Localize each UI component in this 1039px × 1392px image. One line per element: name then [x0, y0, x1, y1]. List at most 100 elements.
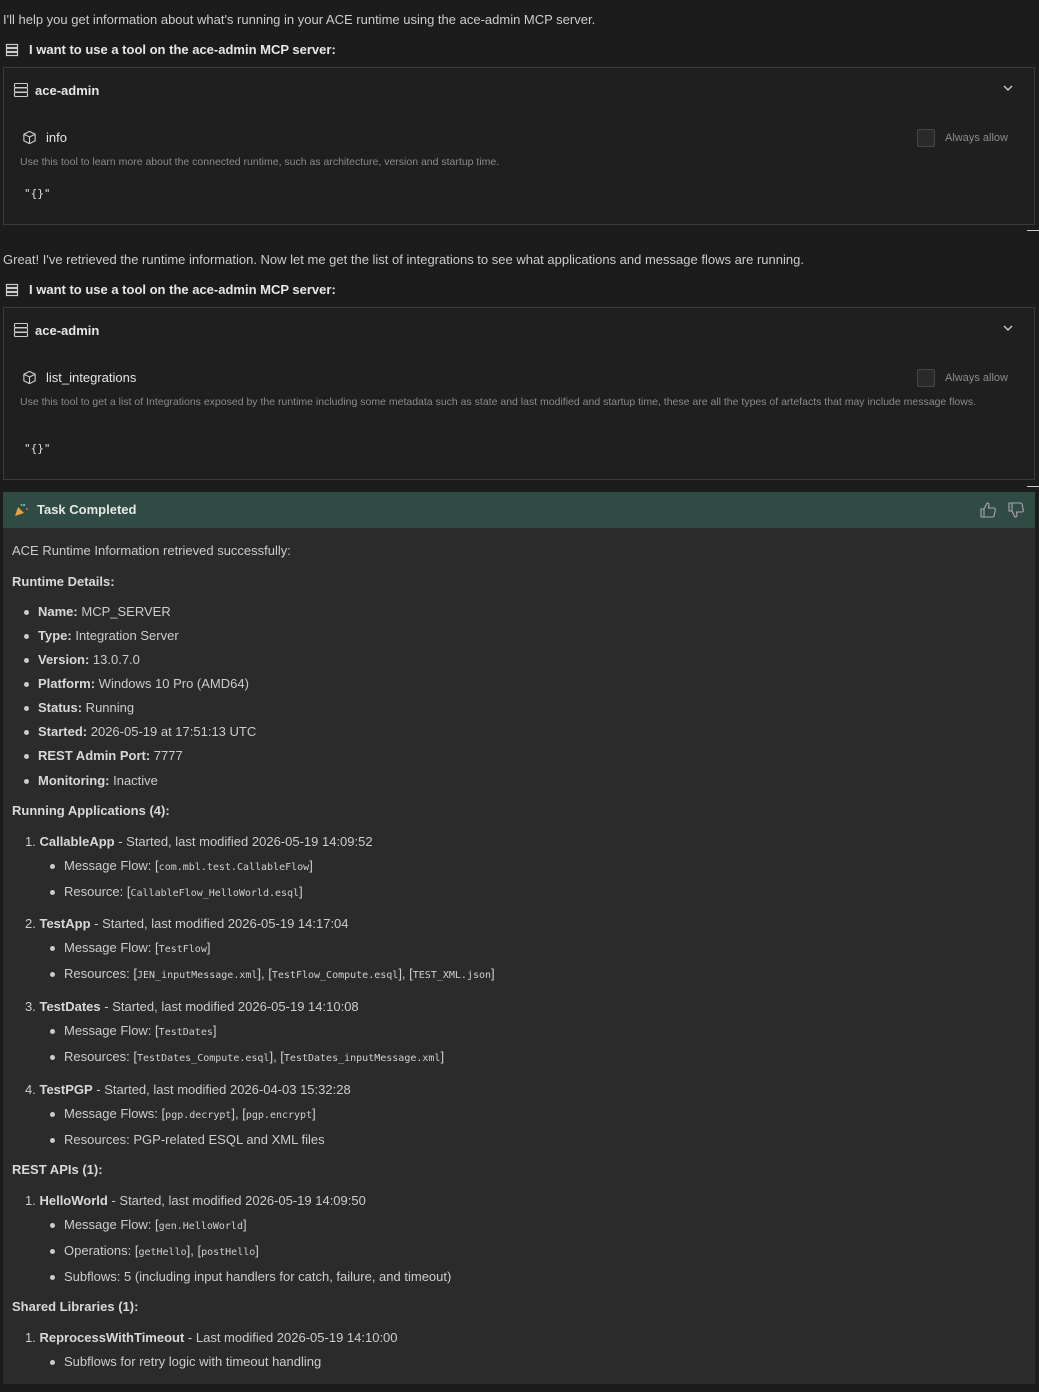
code: TestDates	[158, 1027, 213, 1038]
label: Message Flow:	[64, 858, 156, 873]
tool-arguments: "{}"	[24, 187, 51, 200]
always-allow-checkbox[interactable]	[917, 129, 936, 147]
runtime-detail-item: Version: 13.0.7.0	[24, 652, 140, 667]
label: Message Flows:	[64, 1106, 162, 1121]
always-allow[interactable]: Always allow	[917, 129, 1008, 147]
always-allow[interactable]: Always allow	[917, 369, 1008, 387]
code: postHello	[201, 1247, 256, 1258]
list-number: 1.	[25, 1330, 36, 1345]
code: com.mbl.test.CallableFlow	[158, 862, 310, 873]
list-number: 1.	[25, 834, 36, 849]
tool-name: list_integrations	[46, 370, 137, 385]
list-number: 1.	[25, 1193, 36, 1208]
apps-heading: Running Applications (4):	[12, 803, 170, 818]
thumbs-down-icon[interactable]	[1007, 501, 1025, 519]
tool-arguments: "{}"	[24, 442, 51, 455]
always-allow-label: Always allow	[945, 372, 1008, 384]
server-title[interactable]: ace-admin	[13, 82, 99, 98]
runtime-detail-item: Monitoring: Inactive	[24, 773, 158, 788]
application-item: 2. TestApp - Started, last modified 2026…	[25, 916, 349, 931]
divider	[1027, 230, 1039, 231]
runtime-value: Windows 10 Pro (AMD64)	[95, 676, 249, 691]
rest-api-meta: - Started, last modified 2026-05-19 14:0…	[107, 1193, 366, 1208]
application-meta: - Started, last modified 2026-05-19 14:1…	[90, 916, 349, 931]
server-name: ace-admin	[35, 322, 100, 338]
code: gen.HelloWorld	[158, 1221, 243, 1232]
cube-icon	[23, 370, 36, 385]
runtime-heading: Runtime Details:	[12, 574, 115, 589]
list-number: 3.	[25, 999, 36, 1014]
server-list-icon	[5, 283, 19, 296]
runtime-detail-item: REST Admin Port: 7777	[24, 748, 183, 763]
label: Resources:	[64, 1049, 134, 1064]
task-title: Task Completed	[37, 502, 137, 517]
thumbs-up-icon[interactable]	[979, 501, 997, 519]
application-name: TestApp	[39, 916, 91, 931]
label: Message Flow:	[64, 1023, 156, 1038]
server-icon	[13, 322, 29, 338]
runtime-value: 2026-05-19 at 17:51:13 UTC	[87, 724, 257, 739]
resource-line: Resource: [CallableFlow_HelloWorld.esql]	[50, 884, 303, 899]
resource-line: Resources: PGP-related ESQL and XML file…	[50, 1132, 325, 1147]
runtime-value: Inactive	[109, 773, 158, 788]
message-flow-line: Message Flow: [com.mbl.test.CallableFlow…	[50, 858, 313, 873]
label: Resources:	[64, 966, 134, 981]
divider	[1027, 486, 1039, 487]
runtime-value: Running	[82, 700, 135, 715]
tool-request-label: I want to use a tool on the ace-admin MC…	[29, 282, 336, 297]
lib-heading: Shared Libraries (1):	[12, 1299, 139, 1314]
rest-flow: Message Flow: [gen.HelloWorld]	[50, 1217, 247, 1232]
rest-api-item: 1. HelloWorld - Started, last modified 2…	[25, 1193, 366, 1208]
party-icon	[15, 503, 28, 516]
runtime-key: REST Admin Port:	[38, 748, 151, 763]
assistant-message-2: Great! I've retrieved the runtime inform…	[3, 252, 804, 267]
rest-subflows: Subflows: 5 (including input handlers fo…	[49, 1269, 452, 1284]
rest-heading: REST APIs (1):	[12, 1162, 103, 1177]
runtime-key: Started:	[38, 724, 88, 739]
tool-name: info	[46, 130, 67, 145]
runtime-value: 7777	[150, 748, 183, 763]
tool-name-row: info	[22, 130, 67, 145]
code: TestFlow_Compute.esql	[271, 970, 399, 981]
tool-card-list-integrations: ace-admin list_integrations Always allow…	[3, 307, 1035, 480]
tool-card-info: ace-admin info Always allow Use this too…	[3, 67, 1035, 225]
application-item: 3. TestDates - Started, last modified 20…	[25, 999, 359, 1014]
runtime-detail-item: Name: MCP_SERVER	[24, 604, 171, 619]
message-flow-line: Message Flow: [TestDates]	[49, 1023, 217, 1038]
library-detail: Subflows for retry logic with timeout ha…	[49, 1354, 322, 1369]
runtime-detail-item: Platform: Windows 10 Pro (AMD64)	[24, 676, 249, 691]
server-icon	[13, 82, 29, 98]
application-name: CallableApp	[39, 834, 115, 849]
chevron-down-icon[interactable]	[1002, 322, 1014, 337]
always-allow-checkbox[interactable]	[917, 369, 936, 387]
runtime-key: Platform:	[38, 676, 96, 691]
list-number: 2.	[25, 916, 36, 931]
chevron-down-icon[interactable]	[1002, 82, 1014, 97]
label: Message Flow:	[64, 1217, 156, 1232]
server-title[interactable]: ace-admin	[13, 322, 99, 338]
code: JEN_inputMessage.xml	[137, 970, 258, 981]
task-header: Task Completed	[3, 492, 1035, 528]
code: getHello	[138, 1247, 187, 1258]
tool-description: Use this tool to get a list of Integrati…	[20, 396, 977, 408]
resource-line: Resources: [TestDates_Compute.esql], [Te…	[49, 1049, 445, 1064]
runtime-key: Monitoring:	[38, 773, 110, 788]
label: Resources: PGP-related ESQL and XML file…	[64, 1132, 325, 1147]
application-meta: - Started, last modified 2026-04-03 15:3…	[92, 1082, 351, 1097]
tool-request-label: I want to use a tool on the ace-admin MC…	[29, 42, 336, 57]
label: Message Flow:	[64, 940, 156, 955]
code: TestDates_Compute.esql	[137, 1053, 270, 1064]
tool-description: Use this tool to learn more about the co…	[20, 156, 500, 168]
application-name: TestDates	[39, 999, 101, 1014]
tool-request-header-1: I want to use a tool on the ace-admin MC…	[5, 42, 336, 57]
resource-line: Resources: [JEN_inputMessage.xml], [Test…	[50, 966, 495, 981]
runtime-key: Version:	[38, 652, 90, 667]
code: pgp.decrypt	[165, 1110, 232, 1121]
rest-api-name: HelloWorld	[39, 1193, 108, 1208]
label: Resource:	[64, 884, 127, 899]
message-flow-line: Message Flow: [TestFlow]	[49, 940, 211, 955]
assistant-message-1: I'll help you get information about what…	[3, 12, 596, 27]
server-name: ace-admin	[35, 82, 100, 98]
runtime-key: Type:	[38, 628, 72, 643]
runtime-detail-item: Started: 2026-05-19 at 17:51:13 UTC	[23, 724, 257, 739]
